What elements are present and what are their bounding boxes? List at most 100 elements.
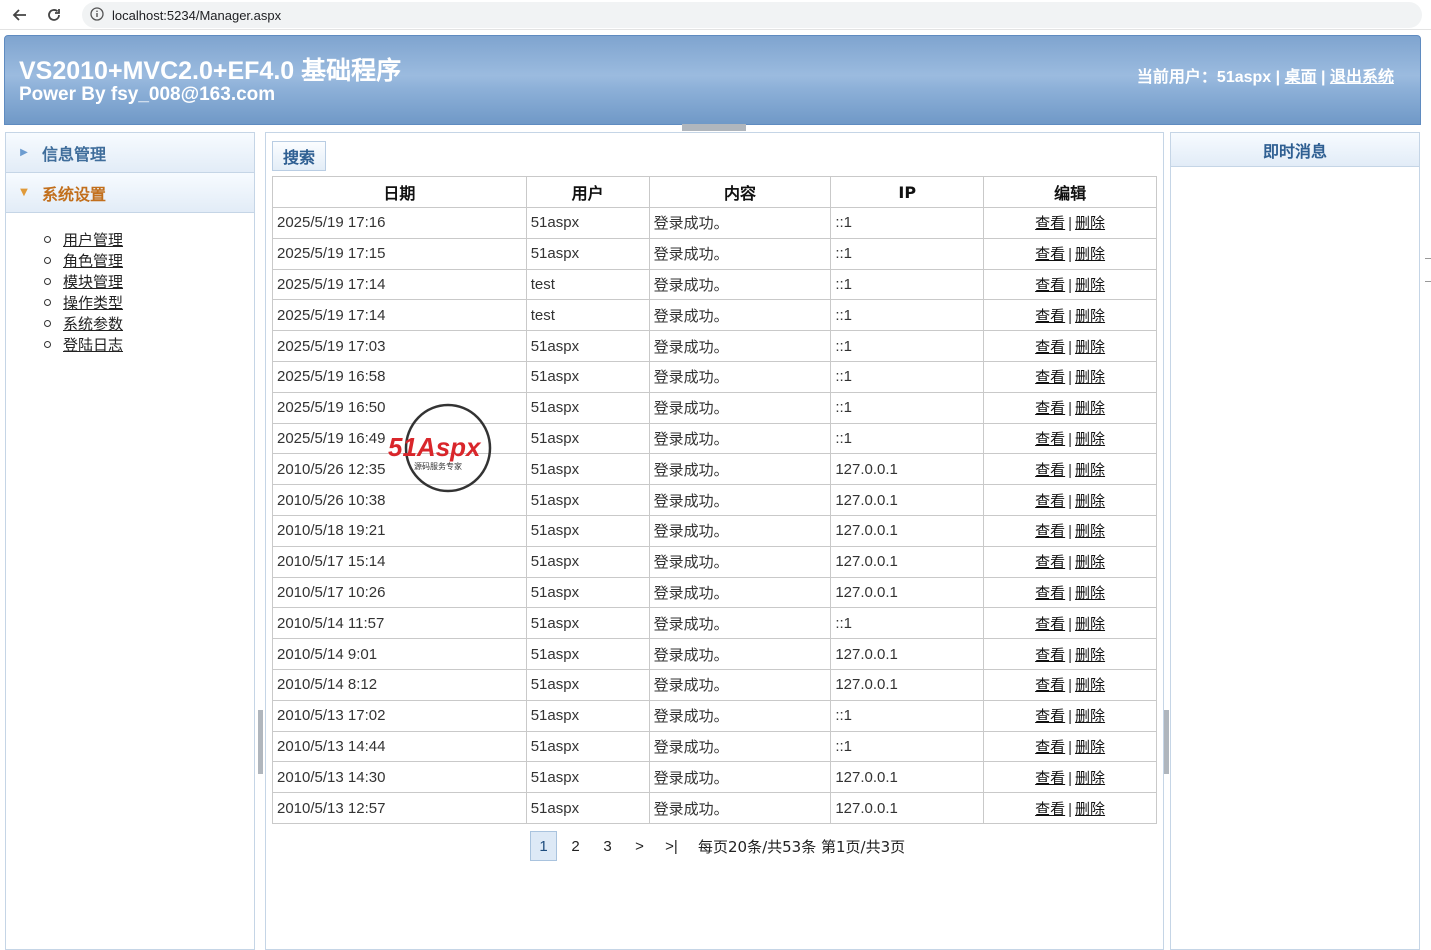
cell-user: 51aspx: [525, 730, 650, 763]
delete-link[interactable]: 删除: [1075, 677, 1105, 694]
address-bar[interactable]: localhost:5234/Manager.aspx: [82, 2, 1422, 28]
view-link[interactable]: 查看: [1035, 647, 1065, 664]
last-page-button[interactable]: >|: [658, 831, 685, 861]
view-link[interactable]: 查看: [1035, 616, 1065, 633]
cell-user: 51aspx: [525, 237, 650, 270]
cell-date: 2025/5/19 17:16: [272, 207, 527, 239]
view-link[interactable]: 查看: [1035, 585, 1065, 602]
desktop-link[interactable]: 桌面: [1285, 69, 1317, 86]
view-link[interactable]: 查看: [1035, 770, 1065, 787]
cell-content: 登录成功。: [648, 330, 832, 362]
action-separator: |: [1068, 400, 1073, 418]
cell-user: 51aspx: [525, 484, 650, 516]
cell-ip: 127.0.0.1: [830, 453, 985, 486]
view-link[interactable]: 查看: [1035, 677, 1065, 694]
delete-link[interactable]: 删除: [1075, 308, 1105, 325]
view-link[interactable]: 查看: [1035, 369, 1065, 386]
menu-item-role-management: 角色管理: [44, 250, 254, 271]
menu-link[interactable]: 操作类型: [63, 292, 123, 313]
cell-edit: 查看 | 删除: [983, 699, 1157, 732]
menu-item-module-management: 模块管理: [44, 271, 254, 292]
right-splitter-handle[interactable]: [1164, 710, 1169, 774]
sidebar-section-system-settings[interactable]: ▼ 系统设置: [6, 173, 254, 213]
menu-link[interactable]: 角色管理: [63, 250, 123, 271]
action-separator: |: [1068, 276, 1073, 294]
sidebar-section-info-management[interactable]: ▶ 信息管理: [6, 133, 254, 173]
menu-link[interactable]: 登陆日志: [63, 334, 123, 355]
back-icon[interactable]: [6, 1, 34, 29]
delete-link[interactable]: 删除: [1075, 493, 1105, 510]
view-link[interactable]: 查看: [1035, 431, 1065, 448]
cell-user: 51aspx: [525, 792, 650, 824]
page-3-button[interactable]: 3: [594, 831, 621, 861]
reload-icon[interactable]: [40, 1, 68, 29]
column-header-date: 日期: [272, 176, 527, 208]
current-user-label: 当前用户：: [1136, 69, 1217, 86]
table-row: 2025/5/19 16:58 51aspx 登录成功。::1 查看 | 删除: [272, 360, 1157, 393]
left-splitter-handle[interactable]: [258, 710, 263, 774]
cell-ip: ::1: [830, 330, 985, 362]
pagination-summary: 每页20条/共53条 第1页/共3页: [698, 837, 906, 856]
view-link[interactable]: 查看: [1035, 215, 1065, 232]
cell-ip: 127.0.0.1: [830, 638, 985, 670]
cell-edit: 查看 | 删除: [983, 576, 1157, 609]
table-row: 2010/5/18 19:21 51aspx 登录成功。 127.0.0.1 查看 | 删除: [272, 514, 1157, 547]
delete-link[interactable]: 删除: [1075, 554, 1105, 571]
cell-date: 2010/5/14 9:01: [272, 638, 527, 670]
delete-link[interactable]: 删除: [1075, 215, 1105, 232]
delete-link[interactable]: 删除: [1075, 339, 1105, 356]
menu-link[interactable]: 用户管理: [63, 229, 123, 250]
cell-content: 登录成功。: [648, 514, 832, 547]
next-page-button[interactable]: >: [626, 831, 653, 861]
delete-link[interactable]: 删除: [1075, 462, 1105, 479]
view-link[interactable]: 查看: [1035, 339, 1065, 356]
delete-link[interactable]: 删除: [1075, 647, 1105, 664]
delete-link[interactable]: 删除: [1075, 400, 1105, 417]
search-button[interactable]: 搜索: [272, 141, 326, 171]
cell-user: 51aspx: [525, 207, 650, 239]
watermark-logo: 51Aspx 源码服务专家: [388, 403, 510, 493]
view-link[interactable]: 查看: [1035, 462, 1065, 479]
view-link[interactable]: 查看: [1035, 400, 1065, 417]
page-2-button[interactable]: 2: [562, 831, 589, 861]
bullet-icon: [44, 320, 51, 327]
view-link[interactable]: 查看: [1035, 246, 1065, 263]
cell-edit: 查看 | 删除: [983, 299, 1157, 332]
delete-link[interactable]: 删除: [1075, 708, 1105, 725]
view-link[interactable]: 查看: [1035, 554, 1065, 571]
page-1-button[interactable]: 1: [530, 831, 557, 861]
delete-link[interactable]: 删除: [1075, 523, 1105, 540]
cell-date: 2010/5/13 14:44: [272, 730, 527, 763]
info-icon[interactable]: [90, 6, 104, 25]
view-link[interactable]: 查看: [1035, 801, 1065, 818]
delete-link[interactable]: 删除: [1075, 770, 1105, 787]
delete-link[interactable]: 删除: [1075, 616, 1105, 633]
delete-link[interactable]: 删除: [1075, 246, 1105, 263]
delete-link[interactable]: 删除: [1075, 431, 1105, 448]
header-splitter-handle[interactable]: [682, 124, 746, 131]
cell-content: 登录成功。: [648, 638, 832, 670]
delete-link[interactable]: 删除: [1075, 277, 1105, 294]
table-row: 2010/5/14 11:57 51aspx 登录成功。::1 查看 | 删除: [272, 607, 1157, 640]
menu-link[interactable]: 系统参数: [63, 313, 123, 334]
view-link[interactable]: 查看: [1035, 708, 1065, 725]
action-separator: |: [1068, 615, 1073, 633]
view-link[interactable]: 查看: [1035, 308, 1065, 325]
cell-date: 2025/5/19 17:03: [272, 330, 527, 362]
cell-ip: ::1: [830, 422, 985, 455]
cell-user: 51aspx: [525, 576, 650, 609]
cell-user: 51aspx: [525, 514, 650, 547]
delete-link[interactable]: 删除: [1075, 585, 1105, 602]
view-link[interactable]: 查看: [1035, 277, 1065, 294]
view-link[interactable]: 查看: [1035, 739, 1065, 756]
action-separator: |: [1068, 461, 1073, 479]
action-separator: |: [1068, 769, 1073, 787]
view-link[interactable]: 查看: [1035, 493, 1065, 510]
menu-link[interactable]: 模块管理: [63, 271, 123, 292]
delete-link[interactable]: 删除: [1075, 369, 1105, 386]
delete-link[interactable]: 删除: [1075, 739, 1105, 756]
delete-link[interactable]: 删除: [1075, 801, 1105, 818]
view-link[interactable]: 查看: [1035, 523, 1065, 540]
cell-date: 2010/5/14 8:12: [272, 668, 527, 701]
logout-link[interactable]: 退出系统: [1330, 69, 1394, 86]
